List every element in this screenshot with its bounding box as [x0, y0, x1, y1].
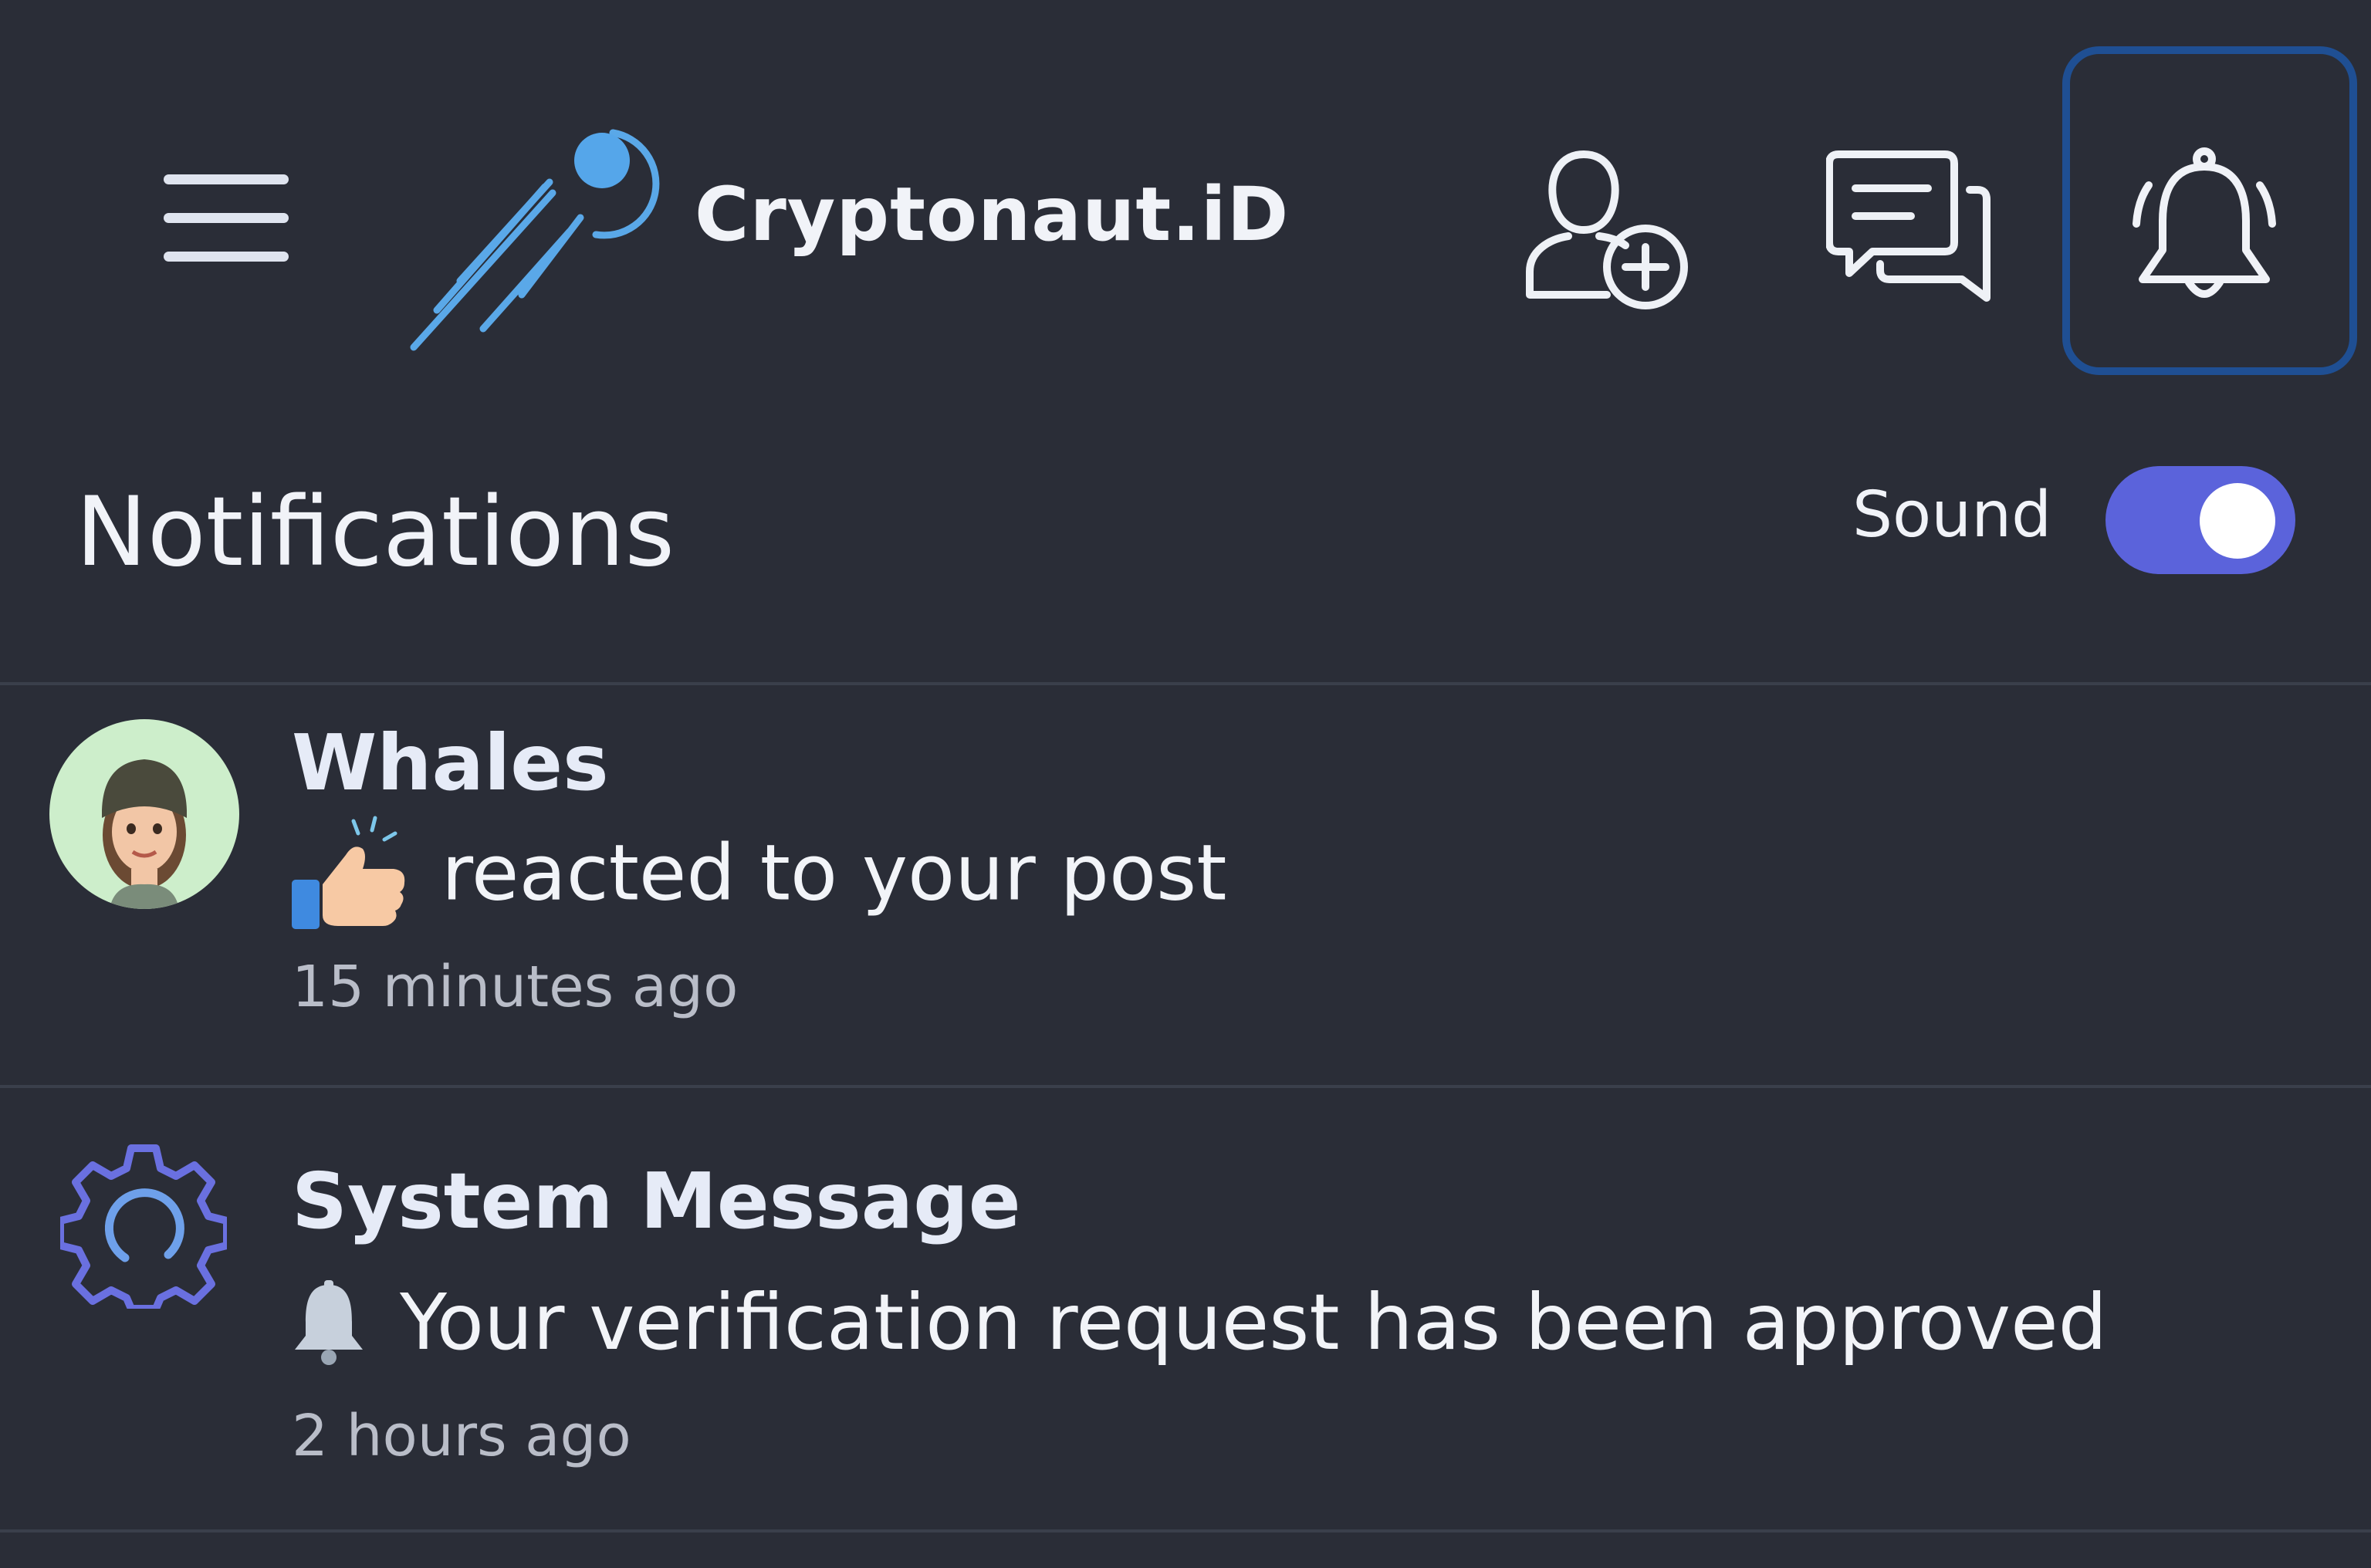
notification-item[interactable]: System Message Your verification request… [0, 1088, 2371, 1529]
notification-time: 15 minutes ago [292, 954, 739, 1020]
avatar-face-icon [102, 759, 187, 909]
bell-emoji-icon [295, 1279, 363, 1365]
notification-item[interactable]: Whales reacted to your post 15 minutes a… [0, 685, 2371, 1086]
toggle-knob [2200, 483, 2275, 559]
notification-body: reacted to your post [292, 815, 1226, 931]
user-avatar [49, 719, 239, 909]
notification-time: 2 hours ago [292, 1403, 631, 1469]
notification-title: Whales [292, 718, 609, 808]
notification-body-text: Your verification request has been appro… [400, 1277, 2108, 1368]
top-bar: Cryptonaut.iD [0, 0, 2371, 432]
thumbs-up-emoji-icon [292, 816, 405, 929]
add-user-icon[interactable] [1522, 144, 1700, 313]
brand-name: Cryptonaut.iD [695, 171, 1290, 258]
notification-title: System Message [292, 1156, 1021, 1246]
gear-icon [60, 1144, 227, 1309]
notifications-page: Cryptonaut.iD Notifications Sound Whales… [0, 0, 2371, 1568]
comet-logo-icon [410, 129, 660, 351]
notification-body: Your verification request has been appro… [292, 1272, 2107, 1367]
notification-body-text: reacted to your post [441, 827, 1227, 918]
sound-toggle[interactable] [2105, 466, 2295, 574]
sound-label: Sound [1852, 478, 2052, 552]
notifications-bell-button[interactable] [2062, 46, 2357, 375]
page-title: Notifications [76, 477, 675, 588]
divider [0, 1529, 2371, 1533]
bell-icon [2133, 147, 2276, 298]
hamburger-menu-icon[interactable] [151, 164, 289, 272]
messages-icon[interactable] [1826, 144, 2004, 313]
